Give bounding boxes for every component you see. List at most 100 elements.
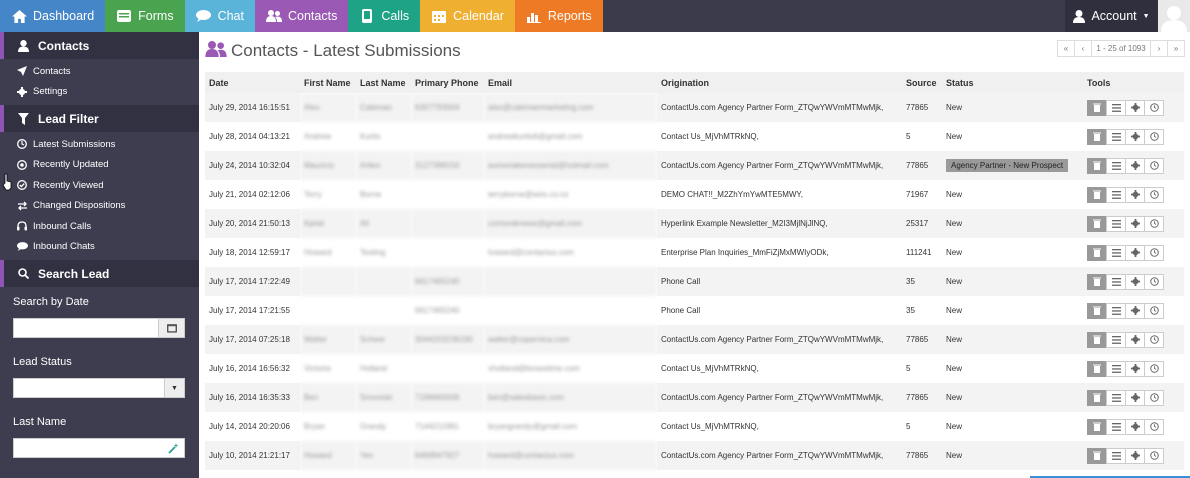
details-button[interactable]	[1106, 273, 1126, 290]
trash-button[interactable]	[1087, 302, 1107, 319]
trash-button[interactable]	[1087, 418, 1107, 435]
table-row[interactable]: July 28, 2014 04:13:21 Andrew Kurtis and…	[205, 122, 1184, 151]
nav-calendar[interactable]: Calendar	[420, 0, 515, 32]
trash-button[interactable]	[1087, 128, 1107, 145]
view-button[interactable]	[1144, 302, 1164, 319]
nav-chat[interactable]: Chat	[184, 0, 255, 32]
next-page-button[interactable]: ›	[1150, 40, 1168, 57]
table-row[interactable]: July 16, 2014 16:56:32 Victoria Holland …	[205, 354, 1184, 383]
trash-button[interactable]	[1087, 331, 1107, 348]
sidebar-item-changed-dispositions[interactable]: Changed Dispositions	[0, 196, 199, 217]
dropdown-button[interactable]: ▼	[164, 379, 184, 397]
settings-button[interactable]	[1125, 331, 1145, 348]
view-button[interactable]	[1144, 157, 1164, 174]
calendar-button[interactable]	[158, 319, 184, 337]
settings-button[interactable]	[1125, 418, 1145, 435]
table-row[interactable]: July 29, 2014 16:15:51 Alex Caleman 6307…	[205, 93, 1184, 122]
view-button[interactable]	[1144, 331, 1164, 348]
table-row[interactable]: July 21, 2014 02:12:06 Terry Borne terry…	[205, 180, 1184, 209]
view-button[interactable]	[1144, 389, 1164, 406]
prev-page-button[interactable]: ‹	[1074, 40, 1092, 57]
column-header[interactable]: First Name	[300, 72, 356, 93]
search-button[interactable]	[162, 439, 184, 457]
settings-button[interactable]	[1125, 128, 1145, 145]
details-button[interactable]	[1106, 360, 1126, 377]
trash-button[interactable]	[1087, 447, 1107, 464]
settings-button[interactable]	[1125, 302, 1145, 319]
settings-button[interactable]	[1125, 157, 1145, 174]
view-button[interactable]	[1144, 186, 1164, 203]
table-row[interactable]: July 24, 2014 10:32:04 Mauricio Arllen 3…	[205, 151, 1184, 180]
details-button[interactable]	[1106, 244, 1126, 261]
sidebar-item-recently-viewed[interactable]: Recently Viewed	[0, 175, 199, 196]
settings-button[interactable]	[1125, 389, 1145, 406]
settings-button[interactable]	[1125, 99, 1145, 116]
nav-reports[interactable]: Reports	[514, 0, 603, 32]
nav-dashboard[interactable]: Dashboard	[0, 0, 106, 32]
details-button[interactable]	[1106, 128, 1126, 145]
view-button[interactable]	[1144, 215, 1164, 232]
sidebar-item-latest-submissions[interactable]: Latest Submissions	[0, 134, 199, 155]
trash-button[interactable]	[1087, 273, 1107, 290]
avatar[interactable]	[1158, 0, 1190, 32]
column-header[interactable]: Primary Phone	[411, 72, 484, 93]
table-row[interactable]: July 16, 2014 16:35:33 Ben Smoniski 7196…	[205, 383, 1184, 412]
details-button[interactable]	[1106, 331, 1126, 348]
lead-status-input[interactable]	[14, 379, 164, 397]
table-row[interactable]: July 20, 2014 21:50:13 Kjetal Ali comore…	[205, 209, 1184, 238]
last-page-button[interactable]: »	[1167, 40, 1185, 57]
view-button[interactable]	[1144, 99, 1164, 116]
settings-button[interactable]	[1125, 244, 1145, 261]
sidebar-item-inbound-chats[interactable]: Inbound Chats	[0, 237, 199, 258]
trash-button[interactable]	[1087, 389, 1107, 406]
trash-button[interactable]	[1087, 360, 1107, 377]
nav-forms[interactable]: Forms	[105, 0, 185, 32]
table-row[interactable]: July 17, 2014 07:25:18 Walter Scheer 304…	[205, 325, 1184, 354]
trash-button[interactable]	[1087, 244, 1107, 261]
lead-status-select[interactable]: ▼	[13, 378, 185, 398]
view-button[interactable]	[1144, 447, 1164, 464]
nav-contacts[interactable]: Contacts	[254, 0, 349, 32]
nav-calls[interactable]: Calls	[348, 0, 421, 32]
sidebar-item-inbound-calls[interactable]: Inbound Calls	[0, 216, 199, 237]
table-row[interactable]: July 17, 2014 17:22:49 6617465240 Phone …	[205, 267, 1184, 296]
column-header[interactable]: Date	[205, 72, 300, 93]
details-button[interactable]	[1106, 186, 1126, 203]
table-row[interactable]: July 14, 2014 20:20:06 Bryan Grandy 7144…	[205, 412, 1184, 441]
trash-button[interactable]	[1087, 215, 1107, 232]
column-header[interactable]: Origination	[657, 72, 902, 93]
settings-button[interactable]	[1125, 186, 1145, 203]
details-button[interactable]	[1106, 302, 1126, 319]
table-row[interactable]: July 10, 2014 21:21:17 Howard Yen 646994…	[205, 441, 1184, 470]
view-button[interactable]	[1144, 244, 1164, 261]
table-row[interactable]: July 17, 2014 17:21:55 6617465240 Phone …	[205, 296, 1184, 325]
column-header[interactable]: Status	[942, 72, 1083, 93]
column-header[interactable]: Email	[484, 72, 657, 93]
view-button[interactable]	[1144, 128, 1164, 145]
details-button[interactable]	[1106, 215, 1126, 232]
details-button[interactable]	[1106, 389, 1126, 406]
trash-button[interactable]	[1087, 186, 1107, 203]
details-button[interactable]	[1106, 99, 1126, 116]
settings-button[interactable]	[1125, 273, 1145, 290]
view-button[interactable]	[1144, 360, 1164, 377]
sidebar-item-recently-updated[interactable]: Recently Updated	[0, 155, 199, 176]
trash-button[interactable]	[1087, 157, 1107, 174]
details-button[interactable]	[1106, 447, 1126, 464]
column-header[interactable]: Last Name	[356, 72, 411, 93]
settings-button[interactable]	[1125, 215, 1145, 232]
sidebar-item-contacts[interactable]: Contacts	[0, 61, 199, 82]
account-menu[interactable]: Account ▼	[1065, 0, 1158, 32]
trash-button[interactable]	[1087, 99, 1107, 116]
last-name-input[interactable]	[14, 439, 162, 457]
sidebar-item-settings[interactable]: Settings	[0, 82, 199, 103]
settings-button[interactable]	[1125, 447, 1145, 464]
settings-button[interactable]	[1125, 360, 1145, 377]
column-header[interactable]: Source	[902, 72, 942, 93]
first-page-button[interactable]: «	[1057, 40, 1075, 57]
view-button[interactable]	[1144, 273, 1164, 290]
view-button[interactable]	[1144, 418, 1164, 435]
details-button[interactable]	[1106, 157, 1126, 174]
date-input[interactable]	[14, 319, 158, 337]
table-row[interactable]: July 18, 2014 12:59:17 Howard Testing ho…	[205, 238, 1184, 267]
